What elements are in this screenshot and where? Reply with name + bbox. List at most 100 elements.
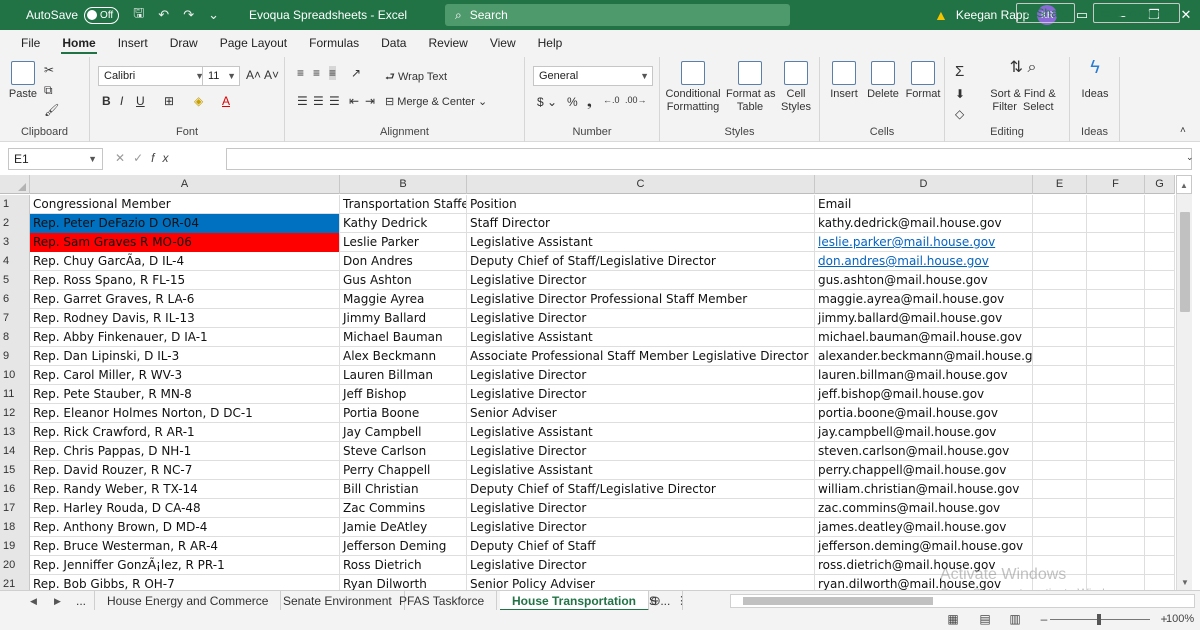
cell-a[interactable]: Rep. Carol Miller, R WV-3 [30,366,340,385]
tab-file[interactable]: File [10,30,51,57]
top-align-icon[interactable]: ≡ [297,66,304,80]
font-color-icon[interactable]: A [222,94,230,108]
merge-center-button[interactable]: ⊟ Merge & Center ⌄ [385,95,487,108]
cell-c[interactable]: Legislative Director [467,366,815,385]
cancel-icon[interactable]: ✕ [115,151,133,165]
cell-empty[interactable] [1145,252,1175,271]
row-number[interactable]: 17 [0,499,30,518]
cell-styles-button[interactable]: Cell Styles [776,61,816,114]
save-icon[interactable]: 🖫 [133,4,144,26]
cell-c[interactable]: Deputy Chief of Staff/Legislative Direct… [467,252,815,271]
cell-c[interactable]: Position [467,195,815,214]
cell-empty[interactable] [1087,309,1145,328]
tab-view[interactable]: View [479,30,527,57]
cell-empty[interactable] [1145,518,1175,537]
cell-a[interactable]: Congressional Member [30,195,340,214]
column-header-g[interactable]: G [1145,175,1175,194]
cell-d[interactable]: perry.chappell@mail.house.gov [815,461,1033,480]
cell-empty[interactable] [1033,290,1087,309]
decrease-indent-icon[interactable]: ⇤ [349,94,359,108]
row-number[interactable]: 15 [0,461,30,480]
insert-cells-button[interactable]: Insert [826,61,862,101]
bottom-align-icon[interactable]: ≡ [329,66,337,80]
horizontal-scroll-thumb[interactable] [743,597,933,605]
cell-empty[interactable] [1033,404,1087,423]
cell-c[interactable]: Deputy Chief of Staff [467,537,815,556]
cell-a[interactable]: Rep. Rick Crawford, R AR-1 [30,423,340,442]
cell-a[interactable]: Rep. Peter DeFazio D OR-04 [30,214,340,233]
cell-empty[interactable] [1145,442,1175,461]
cell-d[interactable]: steven.carlson@mail.house.gov [815,442,1033,461]
cell-empty[interactable] [1033,385,1087,404]
cell-d[interactable]: Email [815,195,1033,214]
cell-c[interactable]: Staff Director [467,214,815,233]
cell-empty[interactable] [1145,366,1175,385]
sheet-tab[interactable]: House Transportation [500,591,650,611]
cell-b[interactable]: Lauren Billman [340,366,467,385]
column-header-b[interactable]: B [340,175,467,194]
cell-a[interactable]: Rep. Jenniffer GonzÃ¡lez, R PR-1 [30,556,340,575]
cell-empty[interactable] [1033,423,1087,442]
align-left-icon[interactable]: ☰ [297,94,308,108]
clear-icon[interactable]: ◇ [955,107,964,121]
cell-a[interactable]: Rep. Harley Rouda, D CA-48 [30,499,340,518]
cell-d[interactable]: leslie.parker@mail.house.gov [815,233,1033,252]
cell-c[interactable]: Deputy Chief of Staff/Legislative Direct… [467,480,815,499]
cell-empty[interactable] [1033,233,1087,252]
cell-a[interactable]: Rep. Chris Pappas, D NH-1 [30,442,340,461]
search-box[interactable]: ⌕ Search [445,4,790,26]
vertical-scrollbar[interactable]: ▼ [1176,194,1192,590]
cell-empty[interactable] [1087,499,1145,518]
select-all-corner[interactable] [0,175,30,194]
tab-formulas[interactable]: Formulas [298,30,370,57]
cell-empty[interactable] [1087,442,1145,461]
cell-b[interactable]: Jeff Bishop [340,385,467,404]
cell-b[interactable]: Gus Ashton [340,271,467,290]
cell-b[interactable]: Jamie DeAtley [340,518,467,537]
cell-c[interactable]: Legislative Assistant [467,233,815,252]
wrap-text-button[interactable]: ⮐ Wrap Text [385,68,447,87]
row-number[interactable]: 12 [0,404,30,423]
column-header-f[interactable]: F [1087,175,1145,194]
paste-button[interactable]: Paste [8,61,38,101]
redo-icon[interactable]: ↷ [183,7,194,23]
row-number[interactable]: 19 [0,537,30,556]
cell-empty[interactable] [1087,385,1145,404]
underline-icon[interactable]: U [136,94,145,108]
conditional-formatting-button[interactable]: Conditional Formatting [664,61,722,114]
align-right-icon[interactable]: ☰ [329,94,340,108]
row-number[interactable]: 20 [0,556,30,575]
sort-find-buttons[interactable]: ⇅ ⌕ Sort & Find & Filter Select [979,60,1067,114]
italic-icon[interactable]: I [120,94,123,108]
undo-icon[interactable]: ↶ [158,7,169,23]
font-size-select[interactable]: 11 ▼ [202,66,240,86]
column-header-e[interactable]: E [1033,175,1087,194]
cell-empty[interactable] [1033,195,1087,214]
cell-d[interactable]: jay.campbell@mail.house.gov [815,423,1033,442]
tab-data[interactable]: Data [370,30,417,57]
copy-icon[interactable]: ⧉ [44,83,53,98]
cell-a[interactable]: Rep. David Rouzer, R NC-7 [30,461,340,480]
zoom-slider[interactable] [1050,614,1150,625]
tab-page-layout[interactable]: Page Layout [209,30,298,57]
zoom-thumb[interactable] [1097,614,1101,625]
row-number[interactable]: 14 [0,442,30,461]
cell-empty[interactable] [1087,347,1145,366]
cell-empty[interactable] [1087,328,1145,347]
cell-empty[interactable] [1145,499,1175,518]
cell-empty[interactable] [1087,290,1145,309]
row-number[interactable]: 6 [0,290,30,309]
cell-empty[interactable] [1145,423,1175,442]
cell-empty[interactable] [1087,537,1145,556]
cell-empty[interactable] [1033,214,1087,233]
cell-c[interactable]: Associate Professional Staff Member Legi… [467,347,815,366]
cell-b[interactable]: Kathy Dedrick [340,214,467,233]
cell-empty[interactable] [1145,195,1175,214]
cell-d[interactable]: james.deatley@mail.house.gov [815,518,1033,537]
expand-formula-icon[interactable]: ⌄ [1186,152,1194,163]
cell-empty[interactable] [1033,347,1087,366]
next-sheet-arrow[interactable]: ▶ [54,591,61,611]
sheet-tab[interactable]: PFAS Taskforce [387,591,498,611]
cell-d[interactable]: maggie.ayrea@mail.house.gov [815,290,1033,309]
cell-empty[interactable] [1087,461,1145,480]
